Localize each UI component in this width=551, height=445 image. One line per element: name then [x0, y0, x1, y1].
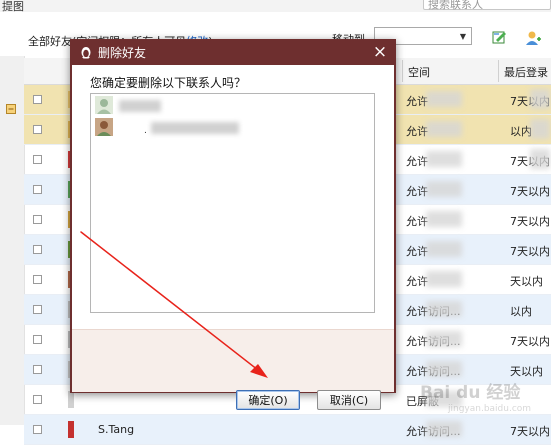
- redacted-block: [426, 331, 462, 347]
- column-divider: [498, 60, 499, 82]
- cell-space-permission: 允许: [406, 95, 428, 108]
- avatar: [95, 118, 113, 136]
- cell-space-permission: 允许: [406, 215, 428, 228]
- row-checkbox[interactable]: [33, 95, 42, 104]
- row-checkbox[interactable]: [33, 275, 42, 284]
- add-contact-icon[interactable]: [524, 30, 542, 46]
- cell-space-permission: 允许: [406, 185, 428, 198]
- contact-name-redacted: [151, 122, 239, 134]
- cell-last-login: 7天以内: [510, 335, 550, 348]
- row-checkbox[interactable]: [33, 305, 42, 314]
- collapse-group-icon[interactable]: [6, 104, 16, 114]
- dialog-footer: 确定(O) 取消(C): [72, 329, 394, 410]
- contact-item[interactable]: [95, 96, 365, 116]
- row-checkbox[interactable]: [33, 425, 42, 434]
- row-checkbox[interactable]: [33, 335, 42, 344]
- column-divider: [402, 60, 403, 82]
- cell-last-login: 7天以内: [510, 185, 550, 198]
- redacted-block: [426, 301, 462, 317]
- cancel-button[interactable]: 取消(C): [317, 390, 381, 410]
- dialog-title: 删除好友: [98, 46, 147, 60]
- avatar: [530, 89, 550, 109]
- close-icon[interactable]: ×: [370, 42, 390, 62]
- row-checkbox[interactable]: [33, 395, 42, 404]
- cell-space-permission: 允许: [406, 275, 428, 288]
- cell-space-permission: 允许: [406, 155, 428, 168]
- redacted-block: [426, 271, 462, 287]
- cell-last-login: 天以内: [510, 365, 543, 378]
- edit-note-icon[interactable]: [491, 30, 509, 46]
- redacted-block: [426, 241, 462, 257]
- column-header-last-login[interactable]: 最后登录: [504, 64, 548, 80]
- cell-last-login: 7天以内: [510, 245, 550, 258]
- avatar: [530, 119, 550, 139]
- contact-separator: .: [144, 126, 147, 136]
- redacted-block: [426, 181, 462, 197]
- delete-friend-dialog: 删除好友 × 您确定要删除以下联系人吗？ . 确定(O) 取消(C): [70, 39, 396, 410]
- redacted-block: [426, 151, 462, 167]
- confirm-question: 您确定要删除以下联系人吗？: [90, 76, 247, 90]
- redacted-block: [426, 361, 462, 377]
- redacted-block: [426, 421, 462, 437]
- row-checkbox[interactable]: [33, 215, 42, 224]
- cell-last-login: 7天以内: [510, 425, 550, 438]
- dialog-titlebar[interactable]: 删除好友 ×: [70, 39, 396, 65]
- cell-last-login: 天以内: [510, 275, 543, 288]
- cell-last-login: 7天以内: [510, 215, 550, 228]
- search-input[interactable]: 搜索联系人: [423, 0, 551, 11]
- contact-name-redacted: [119, 100, 161, 112]
- confirm-ok-button[interactable]: 确定(O): [236, 390, 300, 410]
- row-checkbox[interactable]: [33, 125, 42, 134]
- baidu-watermark: Bai du 经验: [420, 383, 521, 403]
- redacted-block: [426, 211, 462, 227]
- redacted-block: [426, 91, 462, 107]
- row-checkbox[interactable]: [33, 245, 42, 254]
- penguin-icon: [79, 45, 93, 59]
- cell-space-permission: 允许: [406, 125, 428, 138]
- redacted-block: [426, 121, 462, 137]
- avatar: [530, 149, 550, 169]
- dialog-body: 您确定要删除以下联系人吗？ . 确定(O) 取消(C): [72, 65, 394, 410]
- chevron-down-icon: ▼: [459, 31, 467, 41]
- row-checkbox[interactable]: [33, 155, 42, 164]
- row-checkbox[interactable]: [33, 365, 42, 374]
- avatar: [95, 96, 113, 114]
- avatar: [68, 421, 74, 438]
- table-row[interactable]: 允许访问...7天以内S.Tang: [24, 415, 551, 445]
- baidu-watermark-url: jingyan.baidu.com: [448, 404, 532, 414]
- cell-space-permission: 允许: [406, 245, 428, 258]
- cell-last-login: 以内: [510, 125, 532, 138]
- row-checkbox[interactable]: [33, 185, 42, 194]
- top-left-label: 提图: [2, 0, 24, 13]
- avatar: [68, 391, 74, 408]
- column-header-space[interactable]: 空间: [408, 64, 430, 80]
- cell-last-login: 以内: [510, 305, 532, 318]
- contacts-to-delete-list[interactable]: .: [90, 93, 375, 313]
- left-group-panel: [0, 56, 25, 425]
- contact-item[interactable]: .: [95, 118, 365, 138]
